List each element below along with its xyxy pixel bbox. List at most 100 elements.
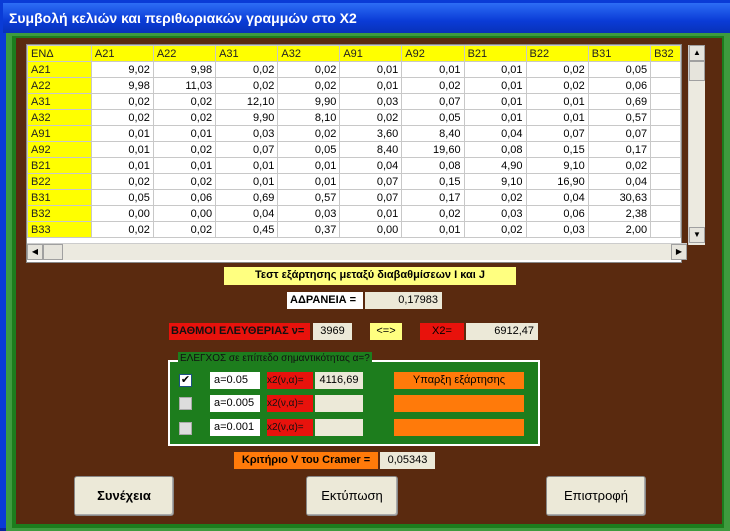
column-header[interactable]: B32 — [650, 45, 681, 62]
grid-cell[interactable]: 0,03 — [277, 205, 341, 222]
grid-cell[interactable]: 0,03 — [339, 93, 403, 110]
grid-cell[interactable]: 0,03 — [215, 125, 279, 142]
grid-cell[interactable]: 0,01 — [90, 157, 154, 174]
row-header[interactable]: A92 — [27, 141, 92, 158]
horizontal-scroll-thumb[interactable] — [43, 244, 63, 260]
grid-cell[interactable]: 0,01 — [463, 109, 527, 126]
column-header[interactable]: A22 — [152, 45, 217, 62]
grid-cell[interactable]: 0,01 — [401, 61, 465, 78]
grid-cell[interactable]: 0,02 — [90, 221, 154, 238]
row-header[interactable]: A91 — [27, 125, 92, 142]
grid-cell[interactable]: 0,06 — [587, 77, 652, 94]
vertical-scroll-thumb[interactable] — [689, 61, 705, 81]
grid-cell[interactable]: 0,02 — [215, 61, 279, 78]
grid-cell[interactable]: 0,07 — [525, 125, 589, 142]
grid-cell[interactable]: 0,37 — [277, 221, 341, 238]
column-header[interactable]: A31 — [215, 45, 279, 62]
grid-cell[interactable]: 9,90 — [277, 93, 341, 110]
grid-cell[interactable]: 0,02 — [463, 221, 527, 238]
grid-cell[interactable]: 0,08 — [401, 157, 465, 174]
column-header[interactable]: B21 — [463, 45, 527, 62]
grid-cell[interactable] — [650, 125, 681, 142]
row-header[interactable]: B33 — [27, 221, 92, 238]
grid-cell[interactable]: 0,01 — [401, 221, 465, 238]
grid-cell[interactable]: 0,04 — [587, 173, 652, 190]
row-header[interactable]: A22 — [27, 77, 92, 94]
grid-cell[interactable]: 0,01 — [277, 173, 341, 190]
contribution-grid[interactable]: ΕΝΔ A21 A22 A31 A32 A91 A92 B21 B22 B31 B32 A21 9,02… — [26, 44, 682, 263]
grid-cell[interactable]: 19,60 — [401, 141, 465, 158]
grid-cell[interactable]: 0,04 — [463, 125, 527, 142]
grid-cell[interactable]: 0,01 — [90, 125, 154, 142]
grid-cell[interactable]: 0,02 — [401, 77, 465, 94]
row-header[interactable]: B22 — [27, 173, 92, 190]
grid-cell[interactable]: 0,01 — [339, 61, 403, 78]
grid-cell[interactable]: 0,04 — [215, 205, 279, 222]
grid-cell[interactable]: 0,05 — [401, 109, 465, 126]
grid-cell[interactable]: 8,40 — [339, 141, 403, 158]
grid-cell[interactable]: 0,07 — [215, 141, 279, 158]
grid-cell[interactable]: 9,02 — [90, 61, 154, 78]
grid-cell[interactable]: 0,00 — [339, 221, 403, 238]
column-header[interactable]: A92 — [401, 45, 465, 62]
grid-cell[interactable]: 0,57 — [277, 189, 341, 206]
grid-cell[interactable]: 0,02 — [277, 125, 341, 142]
grid-cell[interactable]: 0,01 — [215, 157, 279, 174]
grid-cell[interactable]: 0,15 — [401, 173, 465, 190]
grid-cell[interactable] — [650, 93, 681, 110]
horizontal-scrollbar[interactable]: ◀ ▶ — [27, 243, 687, 260]
grid-cell[interactable]: 0,06 — [525, 205, 589, 222]
grid-cell[interactable]: 0,04 — [525, 189, 589, 206]
grid-cell[interactable] — [650, 157, 681, 174]
grid-cell[interactable] — [650, 173, 681, 190]
grid-cell[interactable]: 0,01 — [463, 61, 527, 78]
grid-cell[interactable]: 0,02 — [90, 109, 154, 126]
grid-cell[interactable]: 0,02 — [152, 93, 217, 110]
grid-cell[interactable]: 0,05 — [587, 61, 652, 78]
grid-cell[interactable] — [650, 141, 681, 158]
row-header[interactable]: B21 — [27, 157, 92, 174]
grid-cell[interactable]: 0,02 — [152, 221, 217, 238]
grid-cell[interactable]: 0,03 — [463, 205, 527, 222]
grid-cell[interactable]: 0,02 — [90, 93, 154, 110]
grid-cell[interactable]: 0,03 — [525, 221, 589, 238]
grid-cell[interactable]: 3,60 — [339, 125, 403, 142]
grid-cell[interactable] — [650, 109, 681, 126]
grid-cell[interactable]: 4,90 — [463, 157, 527, 174]
alpha-005-field[interactable]: a=0.05 — [210, 372, 260, 389]
grid-cell[interactable]: 0,08 — [463, 141, 527, 158]
grid-cell[interactable]: 0,07 — [587, 125, 652, 142]
grid-cell[interactable]: 0,01 — [152, 125, 217, 142]
grid-cell[interactable]: 8,40 — [401, 125, 465, 142]
grid-cell[interactable]: 0,01 — [525, 109, 589, 126]
back-button[interactable]: Επιστροφή — [546, 476, 646, 516]
grid-cell[interactable]: 9,90 — [215, 109, 279, 126]
grid-cell[interactable]: 0,05 — [90, 189, 154, 206]
scroll-up-button[interactable]: ▲ — [689, 45, 705, 61]
grid-cell[interactable]: 0,06 — [152, 189, 217, 206]
vertical-scrollbar[interactable]: ▲ ▼ — [688, 45, 705, 245]
alpha-0001-field[interactable]: a=0.001 — [210, 419, 260, 436]
grid-cell[interactable]: 0,02 — [587, 157, 652, 174]
grid-cell[interactable]: 0,05 — [277, 141, 341, 158]
grid-cell[interactable]: 0,01 — [339, 205, 403, 222]
grid-cell[interactable]: 0,69 — [587, 93, 652, 110]
grid-cell[interactable]: 0,02 — [277, 77, 341, 94]
scroll-right-button[interactable]: ▶ — [671, 244, 687, 260]
grid-cell[interactable]: 0,02 — [463, 189, 527, 206]
grid-cell[interactable]: 30,63 — [587, 189, 652, 206]
grid-cell[interactable]: 0,00 — [152, 205, 217, 222]
row-header[interactable]: B32 — [27, 205, 92, 222]
grid-cell[interactable]: 9,98 — [90, 77, 154, 94]
scroll-down-button[interactable]: ▼ — [689, 227, 705, 243]
grid-cell[interactable]: 9,10 — [525, 157, 589, 174]
alpha-0005-field[interactable]: a=0.005 — [210, 395, 260, 412]
grid-cell[interactable] — [650, 221, 681, 238]
column-header[interactable]: B22 — [525, 45, 589, 62]
grid-cell[interactable]: 0,57 — [587, 109, 652, 126]
column-header[interactable]: A91 — [339, 45, 403, 62]
grid-cell[interactable]: 8,10 — [277, 109, 341, 126]
grid-cell[interactable] — [650, 189, 681, 206]
grid-cell[interactable]: 0,15 — [525, 141, 589, 158]
grid-cell[interactable]: 0,04 — [339, 157, 403, 174]
